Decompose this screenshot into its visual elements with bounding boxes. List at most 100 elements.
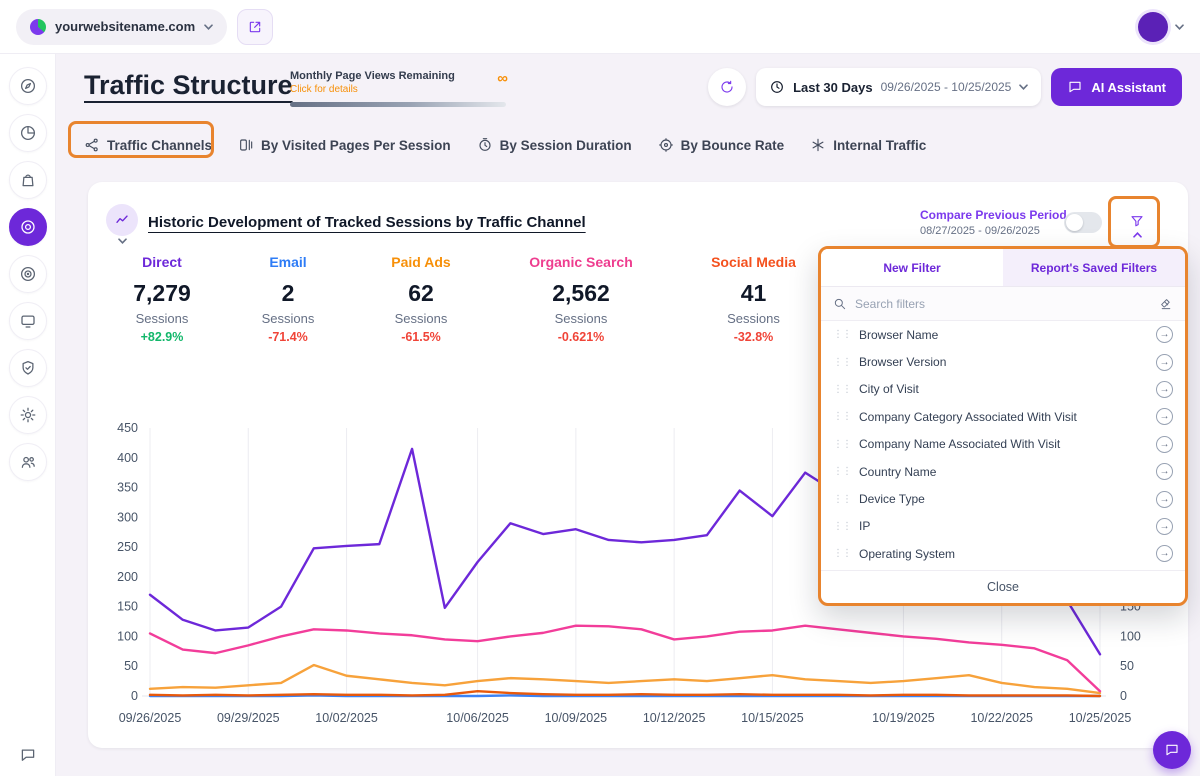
eraser-icon[interactable] — [1159, 297, 1173, 311]
sidebar-item-behavior[interactable] — [9, 255, 47, 293]
channel-name: Organic Search — [516, 254, 646, 270]
channel-stat-social-media: Social Media 41 Sessions -32.8% — [696, 254, 811, 344]
shopping-bag-icon — [19, 171, 37, 189]
filter-item[interactable]: ⋮⋮IP→ — [821, 513, 1185, 540]
arrow-right-circle-icon[interactable]: → — [1156, 491, 1173, 508]
scope-icon — [658, 137, 674, 153]
chevron-down-icon — [118, 238, 127, 244]
ai-assistant-button[interactable]: AI Assistant — [1051, 68, 1182, 106]
drag-handle-icon[interactable]: ⋮⋮ — [833, 384, 851, 395]
filter-tab-new[interactable]: New Filter — [821, 249, 1003, 286]
svg-text:10/25/2025: 10/25/2025 — [1069, 711, 1132, 725]
drag-handle-icon[interactable]: ⋮⋮ — [833, 411, 851, 422]
tab-traffic-channels[interactable]: Traffic Channels — [84, 137, 212, 153]
svg-text:100: 100 — [117, 629, 138, 643]
open-site-button[interactable] — [237, 9, 273, 45]
quota-details-link[interactable]: Click for details — [290, 84, 506, 95]
channel-name: Paid Ads — [376, 254, 466, 270]
share-nodes-icon — [84, 137, 100, 153]
filter-item-label: Browser Version — [859, 355, 1148, 369]
arrow-right-circle-icon[interactable]: → — [1156, 463, 1173, 480]
page-title: Traffic Structure — [84, 70, 293, 101]
site-selector[interactable]: yourwebsitename.com — [16, 9, 227, 45]
sidebar-item-reports[interactable] — [9, 114, 47, 152]
drag-handle-icon[interactable]: ⋮⋮ — [833, 329, 851, 340]
filter-item[interactable]: ⋮⋮Operating System→ — [821, 540, 1185, 567]
filter-close-button[interactable]: Close — [821, 570, 1185, 603]
chat-widget-button[interactable] — [1153, 731, 1191, 769]
external-link-icon — [247, 19, 263, 35]
main-content: Traffic Structure Monthly Page Views Rem… — [56, 54, 1200, 776]
drag-handle-icon[interactable]: ⋮⋮ — [833, 439, 851, 450]
drag-handle-icon[interactable]: ⋮⋮ — [833, 466, 851, 477]
filters-button[interactable] — [1115, 202, 1159, 248]
tab-internal-traffic[interactable]: Internal Traffic — [810, 137, 926, 153]
sidebar-item-settings[interactable] — [9, 396, 47, 434]
drag-handle-icon[interactable]: ⋮⋮ — [833, 494, 851, 505]
filter-item[interactable]: ⋮⋮Device Type→ — [821, 485, 1185, 512]
sidebar-item-support[interactable] — [19, 746, 37, 764]
arrow-right-circle-icon[interactable]: → — [1156, 354, 1173, 371]
filter-tab-saved[interactable]: Report's Saved Filters — [1003, 249, 1185, 286]
filter-item[interactable]: ⋮⋮Browser Name→ — [821, 321, 1185, 348]
compare-toggle[interactable] — [1064, 212, 1102, 233]
drag-handle-icon[interactable]: ⋮⋮ — [833, 548, 851, 559]
arrow-right-circle-icon[interactable]: → — [1156, 408, 1173, 425]
arrow-right-circle-icon[interactable]: → — [1156, 518, 1173, 535]
svg-text:10/15/2025: 10/15/2025 — [741, 711, 804, 725]
arrow-right-circle-icon[interactable]: → — [1156, 545, 1173, 562]
svg-text:10/12/2025: 10/12/2025 — [643, 711, 706, 725]
report-title: Historic Development of Tracked Sessions… — [148, 214, 586, 231]
svg-text:50: 50 — [1120, 659, 1134, 673]
filter-panel: New Filter Report's Saved Filters ⋮⋮Brow… — [818, 246, 1188, 606]
filter-item-label: Company Category Associated With Visit — [859, 410, 1148, 424]
filter-item[interactable]: ⋮⋮Company Name Associated With Visit→ — [821, 431, 1185, 458]
sidebar-item-traffic[interactable] — [9, 208, 47, 246]
channel-delta: -71.4% — [246, 330, 330, 344]
channel-name: Direct — [114, 254, 210, 270]
shield-check-icon — [19, 359, 37, 377]
date-range-selector[interactable]: Last 30 Days 09/26/2025 - 10/25/2025 — [756, 68, 1041, 106]
svg-text:400: 400 — [117, 451, 138, 465]
site-name: yourwebsitename.com — [55, 19, 195, 34]
compare-previous-period: Compare Previous Period 08/27/2025 - 09/… — [920, 208, 1067, 237]
sidebar-item-audience[interactable] — [9, 443, 47, 481]
filter-item[interactable]: ⋮⋮ Country Name → — [821, 458, 1185, 485]
account-menu[interactable] — [1138, 12, 1184, 42]
tab-visited-pages[interactable]: By Visited Pages Per Session — [238, 137, 451, 153]
tab-bounce-rate[interactable]: By Bounce Rate — [658, 137, 785, 153]
dashboard-icon — [19, 77, 37, 95]
channel-stat-email: Email 2 Sessions -71.4% — [246, 254, 330, 344]
tab-session-duration[interactable]: By Session Duration — [477, 137, 632, 153]
report-type-selector[interactable] — [106, 204, 138, 236]
svg-text:50: 50 — [124, 659, 138, 673]
sidebar-item-feedback[interactable] — [9, 302, 47, 340]
filter-item[interactable]: ⋮⋮ Company Category Associated With Visit… — [821, 403, 1185, 430]
filter-search-input[interactable] — [855, 297, 1151, 311]
svg-text:150: 150 — [117, 600, 138, 614]
arrow-right-circle-icon[interactable]: → — [1156, 326, 1173, 343]
sidebar-item-dashboard[interactable] — [9, 67, 47, 105]
tab-label: By Bounce Rate — [681, 138, 785, 153]
chevron-down-icon — [204, 24, 213, 30]
svg-text:10/22/2025: 10/22/2025 — [970, 711, 1033, 725]
avatar[interactable] — [1138, 12, 1168, 42]
drag-handle-icon[interactable]: ⋮⋮ — [833, 521, 851, 532]
sidebar-item-ecommerce[interactable] — [9, 161, 47, 199]
users-icon — [19, 453, 37, 471]
quota-title: Monthly Page Views Remaining — [290, 70, 506, 82]
arrow-right-circle-icon[interactable]: → — [1156, 381, 1173, 398]
drag-handle-icon[interactable]: ⋮⋮ — [833, 357, 851, 368]
channel-name: Social Media — [696, 254, 811, 270]
pageviews-quota: Monthly Page Views Remaining Click for d… — [290, 70, 506, 107]
filter-item[interactable]: ⋮⋮ Browser Version → — [821, 348, 1185, 375]
filter-item-label: Country Name — [859, 465, 1148, 479]
arrow-right-circle-icon[interactable]: → — [1156, 436, 1173, 453]
svg-text:300: 300 — [117, 510, 138, 524]
channel-sessions-label: Sessions — [516, 311, 646, 326]
filter-item[interactable]: ⋮⋮City of Visit→ — [821, 376, 1185, 403]
refresh-button[interactable] — [708, 68, 746, 106]
svg-text:0: 0 — [131, 689, 138, 703]
sidebar-item-security[interactable] — [9, 349, 47, 387]
svg-text:10/02/2025: 10/02/2025 — [315, 711, 378, 725]
